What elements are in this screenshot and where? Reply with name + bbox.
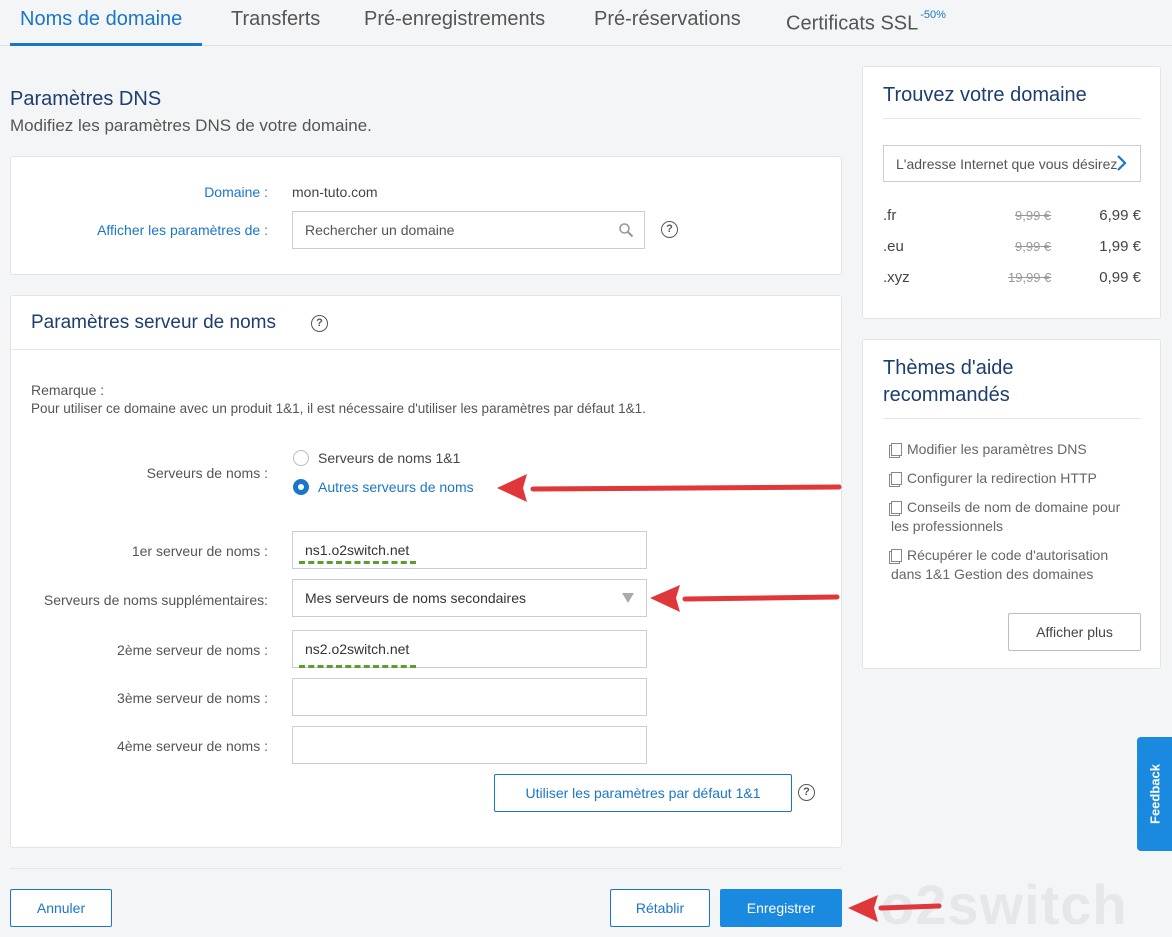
tab-pre-enregistrements[interactable]: Pré-enregistrements [364,0,545,46]
tab-label: Certificats SSL [786,12,919,35]
help-link[interactable]: Conseils de nom de domaine pour les prof… [891,498,1141,536]
show-settings-label: Afficher les paramètres de : [97,222,268,238]
search-icon [619,223,634,238]
price-row: .eu 9,99 € 1,99 € [883,238,1141,258]
old-price: 9,99 € [1015,239,1052,254]
chevron-down-icon [622,593,634,603]
ns1-value: ns1.o2switch.net [305,542,410,558]
help-icon[interactable]: ? [311,315,328,332]
price-extension: .fr [883,207,897,224]
domain-search-input[interactable]: Rechercher un domaine [292,211,645,249]
footer-divider [10,868,842,869]
ns2-label: 2ème serveur de noms : [117,642,268,658]
tab-pre-reservations[interactable]: Pré-réservations [594,0,741,46]
feedback-label: Feedback [1147,764,1162,824]
tab-noms-de-domaine[interactable]: Noms de domaine [10,0,202,46]
discount-badge: -50% [920,9,946,21]
chevron-right-icon[interactable] [1116,154,1128,172]
document-icon [891,549,902,562]
divider [883,118,1141,119]
domain-label: Domaine : [204,184,268,200]
highlight-underline [299,561,416,564]
annotation-arrow-icon [497,474,842,502]
price-extension: .eu [883,238,904,255]
document-icon [891,472,902,485]
new-price: 0,99 € [1099,269,1141,286]
help-topics-title-line1: Thèmes d'aide [883,357,1014,379]
radio-other-servers[interactable] [293,479,309,495]
highlight-underline [299,665,416,668]
price-row: .fr 9,99 € 6,99 € [883,207,1141,227]
nameservers-label: Serveurs de noms : [146,465,268,481]
ns3-label: 3ème serveur de noms : [117,690,268,706]
search-placeholder: Rechercher un domaine [305,222,455,238]
radio-label-other[interactable]: Autres serveurs de noms [318,479,474,495]
help-link-text: Récupérer le code d'autorisation dans 1&… [891,547,1109,582]
domain-finder-title: Trouvez votre domaine [883,84,1087,106]
new-price: 6,99 € [1099,207,1141,224]
use-default-settings-button[interactable]: Utiliser les paramètres par défaut 1&1 [494,774,792,812]
help-link-text: Modifier les paramètres DNS [907,441,1087,457]
ns2-value: ns2.o2switch.net [305,641,410,657]
help-link[interactable]: Récupérer le code d'autorisation dans 1&… [891,546,1141,584]
ns1-label: 1er serveur de noms : [131,543,268,559]
old-price: 9,99 € [1015,208,1052,223]
help-icon[interactable]: ? [798,784,815,801]
nameserver-card [10,295,842,848]
tab-label: Pré-enregistrements [364,8,546,30]
ns3-input[interactable] [292,678,647,716]
show-more-button[interactable]: Afficher plus [1008,613,1141,651]
ns2-input[interactable]: ns2.o2switch.net [292,630,647,668]
divider [883,418,1141,419]
document-icon [891,443,902,456]
extra-servers-select[interactable]: Mes serveurs de noms secondaires [292,579,647,617]
extra-servers-value: Mes serveurs de noms secondaires [305,590,526,606]
remark-text: Pour utiliser ce domaine avec un produit… [31,401,646,416]
page-title: Paramètres DNS [10,88,162,110]
cancel-button[interactable]: Annuler [10,889,112,927]
document-icon [891,501,902,514]
help-link-text: Configurer la redirection HTTP [907,470,1097,486]
tab-bar: Noms de domaine Transferts Pré-enregistr… [0,0,1172,46]
help-link-text: Conseils de nom de domaine pour les prof… [891,499,1121,534]
page-subtitle: Modifiez les paramètres DNS de votre dom… [10,116,372,135]
tab-certificats-ssl[interactable]: Certificats SSL -50% [786,0,946,46]
help-topics-title-line2: recommandés [883,384,1010,406]
price-extension: .xyz [883,269,910,286]
tab-label: Pré-réservations [594,8,741,30]
annotation-arrow-icon [848,895,942,922]
help-link[interactable]: Configurer la redirection HTTP [891,469,1141,488]
remark-title: Remarque : [31,382,105,398]
radio-label-1and1[interactable]: Serveurs de noms 1&1 [318,450,460,466]
radio-1and1-servers[interactable] [293,450,309,466]
divider [11,349,841,350]
nameserver-title: Paramètres serveur de noms [31,312,276,333]
help-icon[interactable]: ? [661,221,678,238]
save-button[interactable]: Enregistrer [720,889,842,927]
domain-finder-placeholder: L'adresse Internet que vous désirez [896,156,1118,172]
ns4-label: 4ème serveur de noms : [117,738,268,754]
annotation-arrow-icon [650,585,840,612]
domain-value: mon-tuto.com [292,184,378,200]
tab-label: Noms de domaine [20,8,183,30]
old-price: 19,99 € [1008,270,1052,285]
domain-finder-input[interactable]: L'adresse Internet que vous désirez [883,145,1141,182]
help-link[interactable]: Modifier les paramètres DNS [891,440,1141,459]
reset-button[interactable]: Rétablir [610,889,710,927]
extra-servers-label: Serveurs de noms supplémentaires: [43,592,268,608]
ns4-input[interactable] [292,726,647,764]
feedback-tab[interactable]: Feedback [1137,737,1172,851]
new-price: 1,99 € [1099,238,1141,255]
price-row: .xyz 19,99 € 0,99 € [883,269,1141,289]
tab-transferts[interactable]: Transferts [231,0,320,46]
tab-label: Transferts [231,8,321,30]
